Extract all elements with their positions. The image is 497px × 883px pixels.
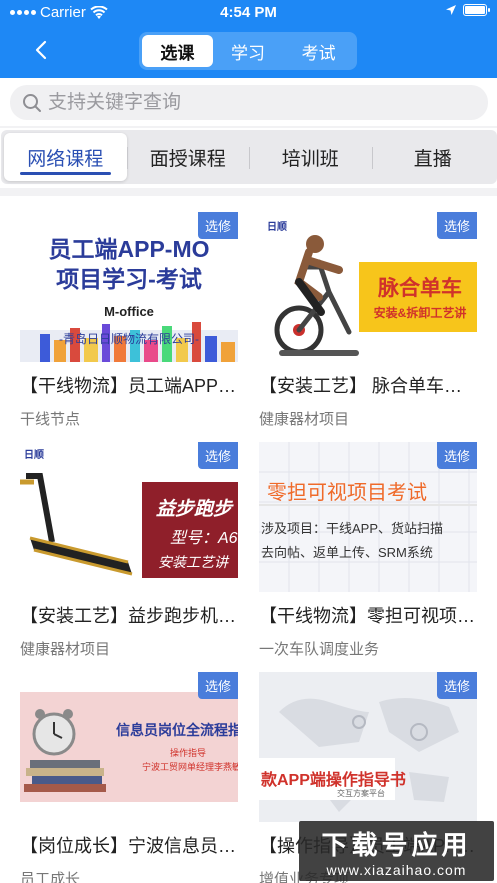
site-watermark: 下载号应用 www.xiazaihao.com bbox=[299, 821, 494, 881]
thumb-line-3: 去向帖、返单上传、SRM系统 bbox=[261, 545, 433, 560]
mode-segmented-control: 选课 学习 考试 bbox=[139, 32, 357, 70]
course-thumbnail: 信息员岗位全流程指 操作指导 宁波工贸网单经理李燕敏 选修 bbox=[20, 672, 238, 822]
course-title: 【安装工艺】 脉合单车安装&拆卸工艺讲解 bbox=[259, 376, 477, 396]
segment-exam[interactable]: 考试 bbox=[283, 35, 354, 67]
thumb-model: 型号：A6 bbox=[170, 530, 238, 547]
clock: 4:54 PM bbox=[220, 4, 277, 21]
course-card[interactable]: 员工端APP-MO 项目学习-考试 M-office -青岛日日顺物流有限公司-… bbox=[20, 212, 238, 429]
course-title: 【干线物流】零担可视项目考试 bbox=[259, 606, 477, 626]
status-bar: Carrier 4:54 PM bbox=[0, 0, 497, 24]
thumb-company: -青岛日日顺物流有限公司- bbox=[59, 332, 199, 346]
thumb-caption: M-office bbox=[104, 304, 154, 319]
header-bar: Carrier 4:54 PM 选课 学习 考试 bbox=[0, 0, 497, 78]
thumb-heading-2: 安装&拆卸工艺讲 bbox=[373, 306, 467, 320]
thumb-heading-1: 零担可视项目考试 bbox=[267, 482, 427, 504]
tab-bar: 网络课程 面授课程 培训班 直播 bbox=[1, 130, 497, 184]
thumb-heading-1: 脉合单车 bbox=[378, 277, 462, 300]
course-title: 【安装工艺】益步跑步机安装工艺讲解 bbox=[20, 606, 238, 626]
course-thumbnail: 零担可视项目考试 涉及项目：干线APP、货站扫描 去向帖、返单上传、SRM系统 … bbox=[259, 442, 477, 592]
course-card[interactable]: 零担可视项目考试 涉及项目：干线APP、货站扫描 去向帖、返单上传、SRM系统 … bbox=[259, 442, 477, 659]
thumb-heading-2: 安装工艺讲 bbox=[158, 554, 228, 570]
tab-online-course[interactable]: 网络课程 bbox=[4, 133, 127, 181]
thumb-line-3: 宁波工贸网单经理李燕敏 bbox=[142, 762, 238, 772]
tab-live[interactable]: 直播 bbox=[371, 133, 495, 181]
course-category: 一次车队调度业务 bbox=[259, 641, 380, 658]
search-box[interactable] bbox=[10, 85, 488, 120]
course-grid: 员工端APP-MO 项目学习-考试 M-office -青岛日日顺物流有限公司-… bbox=[0, 196, 497, 883]
tab-training-class[interactable]: 培训班 bbox=[249, 133, 372, 181]
course-category: 员工成长 bbox=[20, 871, 81, 883]
chevron-left-icon bbox=[35, 40, 47, 60]
course-thumbnail: 日顺 脉合单车 安装&拆卸工艺讲 选修 bbox=[259, 212, 477, 362]
back-button[interactable] bbox=[26, 35, 56, 65]
search-icon bbox=[23, 93, 41, 112]
course-category: 健康器材项目 bbox=[20, 641, 111, 658]
course-thumbnail: 款APP端操作指导书 交互方案平台 选修 bbox=[259, 672, 477, 822]
elective-badge: 选修 bbox=[436, 672, 477, 699]
thumb-logo: 日顺 bbox=[24, 450, 44, 461]
category-tabs: 网络课程 面授课程 培训班 直播 bbox=[0, 128, 497, 188]
location-icon bbox=[446, 5, 456, 15]
thumb-heading-2: 项目学习-考试 bbox=[56, 266, 202, 292]
course-card[interactable]: 日顺 益步跑步 型号：A6 安装工艺讲 选修 【安装工艺】益步跑步机安装工艺讲解… bbox=[20, 442, 238, 659]
thumb-line-2: 操作指导 bbox=[170, 748, 207, 758]
watermark-title: 下载号应用 bbox=[321, 829, 472, 860]
watermark-url: www.xiazaihao.com bbox=[326, 861, 467, 878]
segment-study[interactable]: 学习 bbox=[213, 35, 284, 67]
thumb-line-2: 涉及项目：干线APP、货站扫描 bbox=[261, 521, 444, 536]
segment-select-course[interactable]: 选课 bbox=[142, 35, 213, 67]
course-category: 健康器材项目 bbox=[259, 411, 350, 428]
course-card[interactable]: 信息员岗位全流程指 操作指导 宁波工贸网单经理李燕敏 选修 【岗位成长】宁波信息… bbox=[20, 672, 238, 883]
course-title: 【岗位成长】宁波信息员岗位全流程指导 bbox=[20, 836, 238, 856]
elective-badge: 选修 bbox=[436, 212, 477, 239]
elective-badge: 选修 bbox=[197, 672, 238, 699]
course-thumbnail: 日顺 益步跑步 型号：A6 安装工艺讲 选修 bbox=[20, 442, 238, 592]
course-card[interactable]: 日顺 脉合单车 安装&拆卸工艺讲 选修 【安装工艺】 脉合单车安装&拆卸工艺讲解… bbox=[259, 212, 477, 429]
course-category: 干线节点 bbox=[20, 411, 81, 428]
thumb-heading-1: 益步跑步 bbox=[156, 499, 233, 520]
elective-badge: 选修 bbox=[197, 212, 238, 239]
thumb-heading-1: 信息员岗位全流程指 bbox=[116, 722, 238, 738]
elective-badge: 选修 bbox=[436, 442, 477, 469]
thumb-heading-1: 款APP端操作指导书 bbox=[261, 772, 406, 789]
course-thumbnail: 员工端APP-MO 项目学习-考试 M-office -青岛日日顺物流有限公司-… bbox=[20, 212, 238, 362]
thumb-line-2: 交互方案平台 bbox=[337, 789, 385, 798]
course-title: 【干线物流】员工端APP-MO项目学习-考试 bbox=[20, 376, 238, 396]
nav-bar: 选课 学习 考试 bbox=[0, 31, 497, 71]
status-right bbox=[445, 4, 490, 16]
tab-offline-course[interactable]: 面授课程 bbox=[126, 133, 250, 181]
elective-badge: 选修 bbox=[197, 442, 238, 469]
search-input[interactable] bbox=[48, 91, 468, 114]
search-bar bbox=[0, 78, 497, 126]
battery-icon bbox=[463, 4, 490, 16]
thumb-logo: 日顺 bbox=[267, 222, 287, 233]
